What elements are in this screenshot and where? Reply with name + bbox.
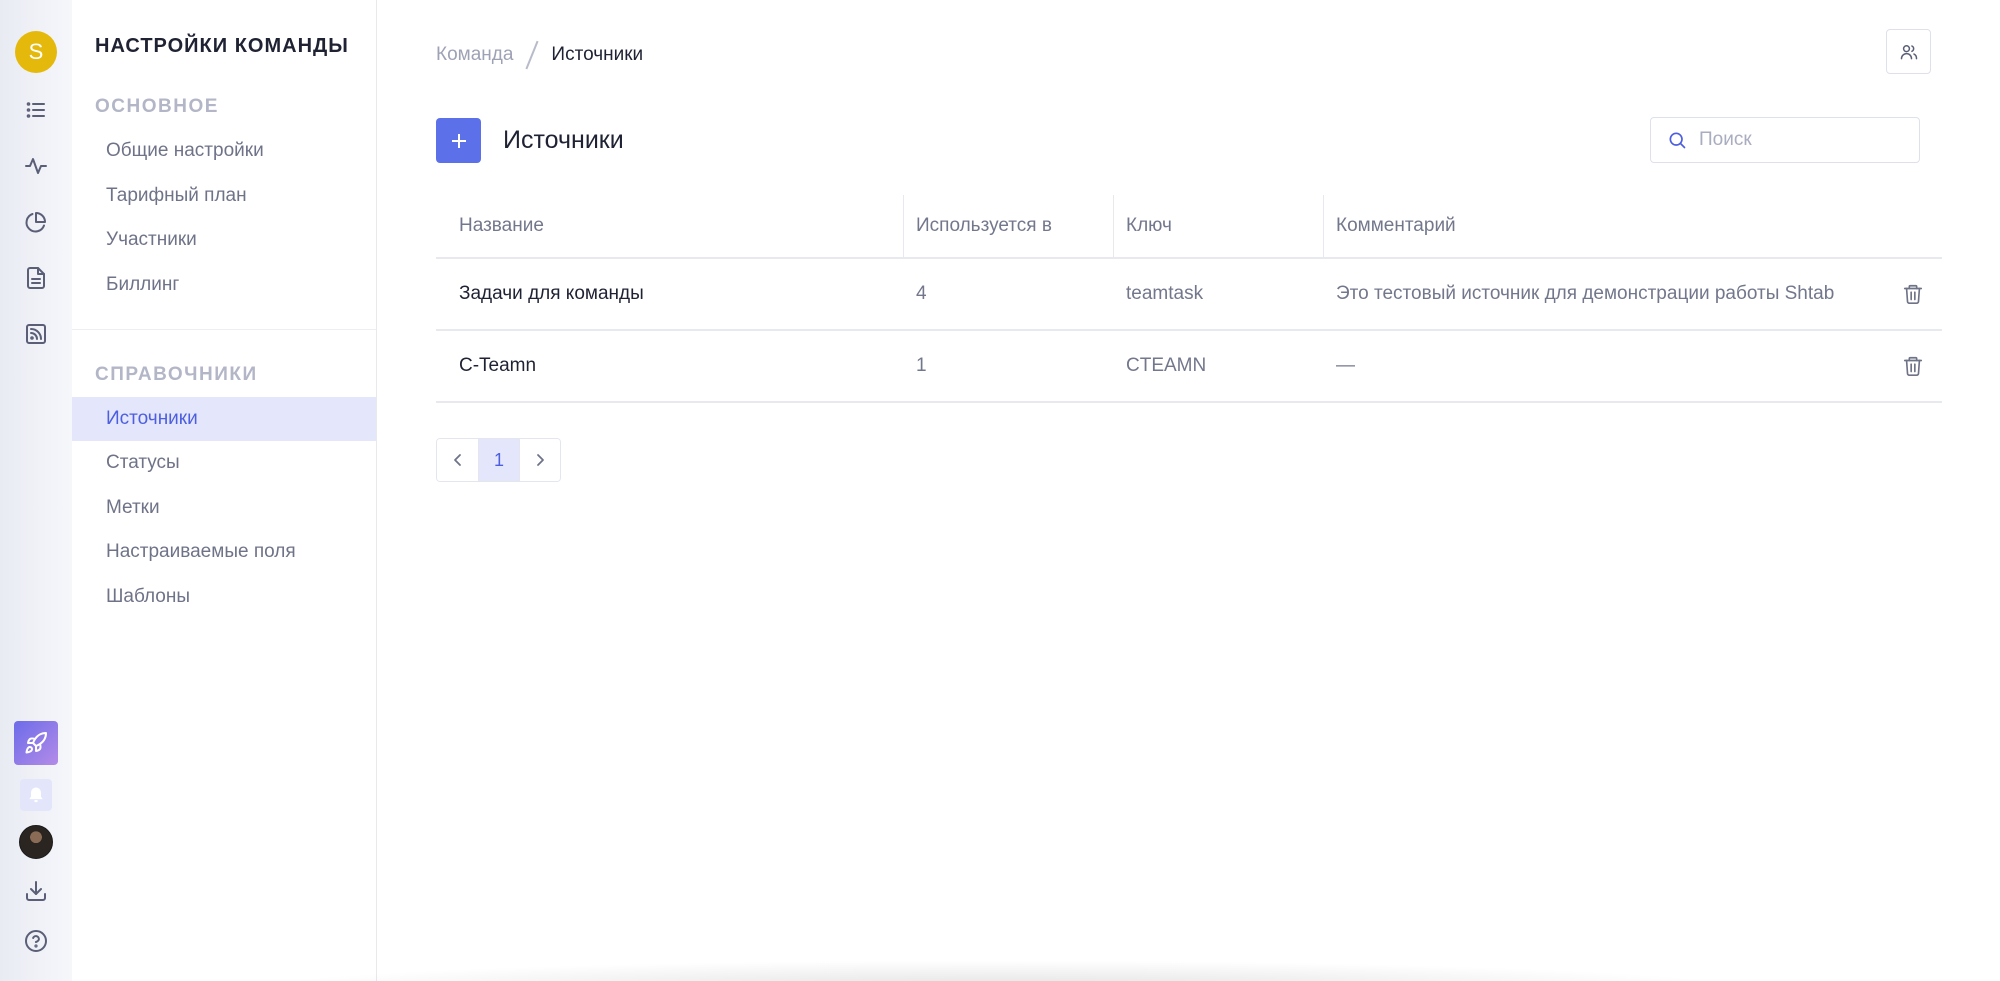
list-icon[interactable] (18, 92, 54, 128)
app-root: S НАСТРОЙКИ КОМАНДЫ ОСНОВНОЕ Общие настр… (0, 0, 2000, 981)
table-row[interactable]: C-Teamn 1 CTEAMN — (436, 331, 1942, 403)
source-comment: Это тестовый источник для демонстрации р… (1336, 283, 1835, 304)
sidebar-item-statuses[interactable]: Статусы (72, 441, 376, 485)
document-icon[interactable] (18, 260, 54, 296)
sidebar-item-sources[interactable]: Источники (72, 397, 376, 441)
page-title: Источники (503, 126, 624, 154)
breadcrumb-current: Источники (551, 44, 644, 65)
sidenav-divider (72, 329, 376, 330)
bell-icon[interactable] (20, 779, 52, 811)
delete-button[interactable] (1902, 283, 1924, 305)
sidebar-item-tariff-plan[interactable]: Тарифный план (72, 174, 376, 218)
column-header-used-in: Используется в (916, 215, 1052, 236)
search-icon (1669, 132, 1686, 149)
breadcrumb-parent[interactable]: Команда (436, 44, 513, 66)
table-header: Название Используется в Ключ Комментарий (436, 195, 1942, 259)
help-icon[interactable] (18, 923, 54, 959)
source-name[interactable]: Задачи для команды (459, 259, 644, 329)
sidebar-item-templates[interactable]: Шаблоны (72, 575, 376, 619)
rocket-icon[interactable] (14, 721, 58, 765)
column-header-comment: Комментарий (1336, 215, 1456, 236)
section-label-directories: СПРАВОЧНИКИ (95, 364, 258, 385)
rss-icon[interactable] (18, 316, 54, 352)
rail-bottom-group (0, 721, 72, 959)
pagination-next-button[interactable] (519, 439, 560, 481)
pagination-prev-button[interactable] (437, 439, 478, 481)
pie-chart-icon[interactable] (18, 204, 54, 240)
users-icon (1900, 44, 1917, 59)
settings-sidenav: НАСТРОЙКИ КОМАНДЫ ОСНОВНОЕ Общие настрой… (72, 0, 377, 981)
sidebar-item-billing[interactable]: Биллинг (72, 263, 376, 307)
column-divider (903, 195, 904, 257)
column-header-name: Название (459, 215, 544, 236)
trash-icon (1903, 356, 1923, 376)
team-members-button[interactable] (1886, 29, 1931, 74)
column-divider (1113, 195, 1114, 257)
source-comment: — (1336, 355, 1355, 376)
section-label-main: ОСНОВНОЕ (95, 96, 219, 117)
chevron-left-icon (453, 454, 461, 466)
sources-table: Название Используется в Ключ Комментарий… (436, 195, 1942, 403)
source-key: teamtask (1126, 283, 1204, 304)
column-divider (1323, 195, 1324, 257)
chevron-right-icon (537, 454, 544, 466)
table-row[interactable]: Задачи для команды 4 teamtask Это тестов… (436, 259, 1942, 331)
source-name[interactable]: C-Teamn (459, 331, 536, 401)
sidenav-title: НАСТРОЙКИ КОМАНДЫ (95, 35, 349, 57)
sidebar-item-custom-fields[interactable]: Настраиваемые поля (72, 530, 376, 574)
activity-icon[interactable] (18, 148, 54, 184)
search-box (1650, 117, 1920, 163)
breadcrumb-separator (525, 40, 539, 70)
search-input[interactable] (1699, 129, 1899, 151)
sidebar-item-general-settings[interactable]: Общие настройки (72, 129, 376, 173)
source-used-in: 1 (916, 355, 927, 376)
icon-rail: S (0, 0, 72, 981)
delete-button[interactable] (1902, 355, 1924, 377)
pagination-page[interactable]: 1 (478, 439, 519, 481)
rail-top-group (18, 92, 54, 352)
sidebar-item-members[interactable]: Участники (72, 218, 376, 262)
pagination: 1 (436, 438, 561, 482)
main-content: Команда Источники Источники Название Исп… (377, 0, 2000, 981)
column-header-key: Ключ (1126, 215, 1172, 236)
user-avatar[interactable] (19, 825, 53, 859)
team-avatar[interactable]: S (15, 31, 57, 73)
plus-icon (451, 133, 466, 148)
download-icon[interactable] (18, 873, 54, 909)
sidebar-item-tags[interactable]: Метки (72, 486, 376, 530)
add-source-button[interactable] (436, 118, 481, 163)
window-bottom-shadow (240, 960, 1760, 981)
trash-icon (1903, 284, 1923, 304)
breadcrumb: Команда Источники (436, 40, 643, 70)
source-used-in: 4 (916, 283, 927, 304)
source-key: CTEAMN (1126, 355, 1207, 376)
